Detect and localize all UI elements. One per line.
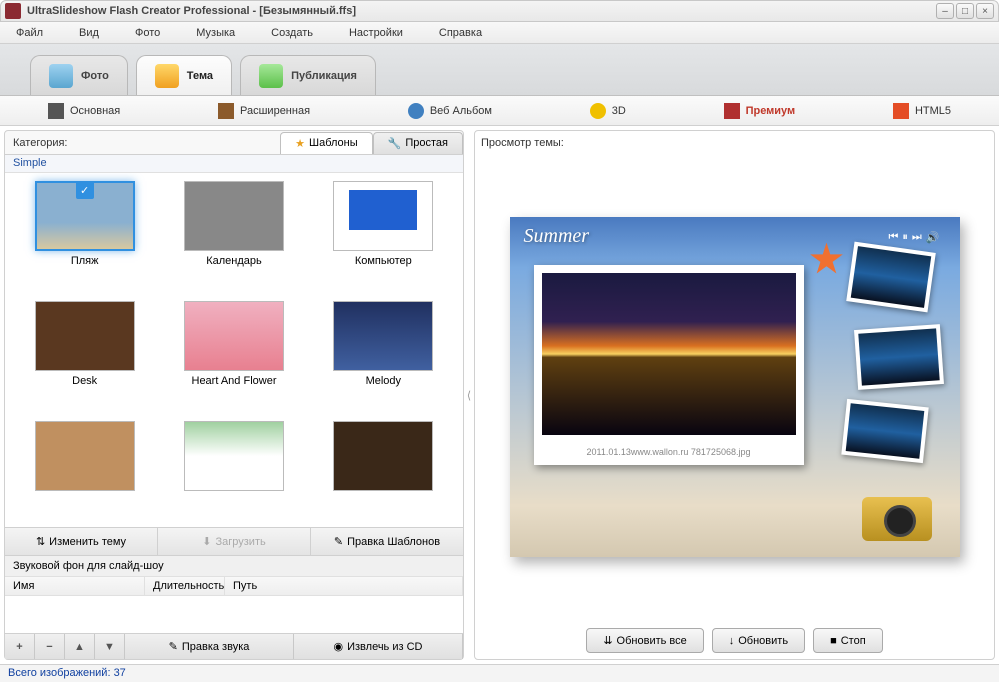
download-icon: ⬇	[202, 535, 211, 548]
menu-music[interactable]: Музыка	[190, 25, 241, 41]
maximize-button[interactable]: □	[956, 3, 974, 19]
window-title: UltraSlideshow Flash Creator Professiona…	[27, 5, 936, 17]
change-theme-button[interactable]: ⇅Изменить тему	[5, 528, 158, 555]
starfish-decoration	[810, 243, 844, 277]
cat-premium[interactable]: Премиум	[716, 99, 804, 123]
premium-icon	[724, 103, 740, 119]
template-frame1[interactable]	[13, 421, 156, 519]
menu-file[interactable]: Файл	[10, 25, 49, 41]
menu-photo[interactable]: Фото	[129, 25, 166, 41]
subtab-simple[interactable]: 🔧Простая	[373, 132, 463, 154]
3d-icon	[590, 103, 606, 119]
stop-button[interactable]: ■Стоп	[813, 628, 883, 653]
sound-icon[interactable]: 🔊	[926, 231, 940, 244]
star-icon: ★	[295, 137, 305, 150]
arrows-icon: ⇅	[36, 535, 45, 548]
template-grid: Пляж Календарь Компьютер Desk Heart And …	[5, 173, 463, 527]
side-photo-2	[854, 324, 944, 390]
main-tabs: Фото Тема Публикация	[0, 44, 999, 96]
cat-advanced[interactable]: Расширенная	[210, 99, 318, 123]
sound-edit-button[interactable]: ✎Правка звука	[125, 634, 294, 659]
pencil-icon: ✎	[169, 640, 178, 653]
advanced-icon	[218, 103, 234, 119]
side-photo-3	[841, 398, 928, 462]
menubar: Файл Вид Фото Музыка Создать Настройки С…	[0, 22, 999, 44]
pause-icon[interactable]: ⏸	[902, 231, 908, 244]
menu-view[interactable]: Вид	[73, 25, 105, 41]
tab-theme[interactable]: Тема	[136, 55, 232, 95]
player-controls: ⏮ ⏸ ⏭ 🔊	[888, 231, 939, 244]
tab-photo[interactable]: Фото	[30, 55, 128, 95]
template-calendar[interactable]: Календарь	[162, 181, 305, 291]
camera-decoration	[862, 497, 932, 541]
wrench-icon: 🔧	[388, 137, 402, 150]
sound-up-button[interactable]: ▲	[65, 634, 95, 659]
theme-icon	[155, 64, 179, 88]
sound-remove-button[interactable]: −	[35, 634, 65, 659]
minimize-button[interactable]: –	[936, 3, 954, 19]
sound-col-duration[interactable]: Длительность	[145, 577, 225, 595]
cat-html5[interactable]: HTML5	[885, 99, 959, 123]
prev-icon[interactable]: ⏮	[888, 231, 898, 244]
sound-col-name[interactable]: Имя	[5, 577, 145, 595]
edit-templates-button[interactable]: ✎Правка Шаблонов	[311, 528, 463, 555]
menu-settings[interactable]: Настройки	[343, 25, 409, 41]
stop-icon: ■	[830, 635, 837, 647]
category-label: Категория:	[5, 137, 75, 149]
web-icon	[408, 103, 424, 119]
cat-basic[interactable]: Основная	[40, 99, 128, 123]
preview-frame: Summer ⏮ ⏸ ⏭ 🔊 2011.01.13www.wallon.ru 7…	[510, 217, 960, 557]
template-frame2[interactable]	[312, 421, 455, 519]
main-photo: 2011.01.13www.wallon.ru 781725068.jpg	[534, 265, 804, 465]
sound-col-path[interactable]: Путь	[225, 577, 463, 595]
html5-icon	[893, 103, 909, 119]
preview-label: Просмотр темы:	[481, 137, 988, 149]
category-bar: Основная Расширенная Веб Альбом 3D Преми…	[0, 96, 999, 126]
close-button[interactable]: ×	[976, 3, 994, 19]
cd-icon: ◉	[334, 640, 344, 653]
cat-web[interactable]: Веб Альбом	[400, 99, 500, 123]
sound-rip-button[interactable]: ◉Извлечь из CD	[294, 634, 463, 659]
subtab-templates[interactable]: ★Шаблоны	[280, 132, 373, 154]
sound-table: Имя Длительность Путь	[5, 577, 463, 633]
refresh-all-icon: ⇊	[603, 634, 612, 647]
template-computer[interactable]: Компьютер	[312, 181, 455, 291]
download-button[interactable]: ⬇Загрузить	[158, 528, 311, 555]
pencil-icon: ✎	[334, 535, 343, 548]
preview-area: Summer ⏮ ⏸ ⏭ 🔊 2011.01.13www.wallon.ru 7…	[481, 153, 988, 620]
refresh-icon: ↓	[729, 635, 735, 647]
group-header: Simple	[5, 155, 463, 173]
splitter[interactable]: ⟨	[466, 130, 472, 660]
template-heart[interactable]: Heart And Flower	[162, 301, 305, 411]
template-laptop[interactable]	[162, 421, 305, 519]
refresh-all-button[interactable]: ⇊Обновить все	[586, 628, 703, 653]
side-photo-1	[846, 241, 936, 312]
publish-icon	[259, 64, 283, 88]
app-icon	[5, 3, 21, 19]
tab-publish[interactable]: Публикация	[240, 55, 376, 95]
titlebar: UltraSlideshow Flash Creator Professiona…	[0, 0, 999, 22]
template-melody[interactable]: Melody	[312, 301, 455, 411]
sound-add-button[interactable]: +	[5, 634, 35, 659]
next-icon[interactable]: ⏭	[912, 231, 922, 244]
statusbar: Всего изображений: 37	[0, 664, 999, 682]
cat-3d[interactable]: 3D	[582, 99, 634, 123]
template-beach[interactable]: Пляж	[13, 181, 156, 291]
refresh-button[interactable]: ↓Обновить	[712, 628, 805, 653]
photo-caption: 2011.01.13www.wallon.ru 781725068.jpg	[534, 447, 804, 457]
theme-title-text: Summer	[524, 225, 590, 248]
template-desk[interactable]: Desk	[13, 301, 156, 411]
photo-icon	[49, 64, 73, 88]
left-panel: Категория: ★Шаблоны 🔧Простая Simple Пляж…	[4, 130, 464, 660]
basic-icon	[48, 103, 64, 119]
sound-section-title: Звуковой фон для слайд-шоу	[5, 556, 463, 577]
menu-create[interactable]: Создать	[265, 25, 319, 41]
right-panel: Просмотр темы: Summer ⏮ ⏸ ⏭ 🔊 2011.01.13…	[474, 130, 995, 660]
sound-down-button[interactable]: ▼	[95, 634, 125, 659]
menu-help[interactable]: Справка	[433, 25, 488, 41]
